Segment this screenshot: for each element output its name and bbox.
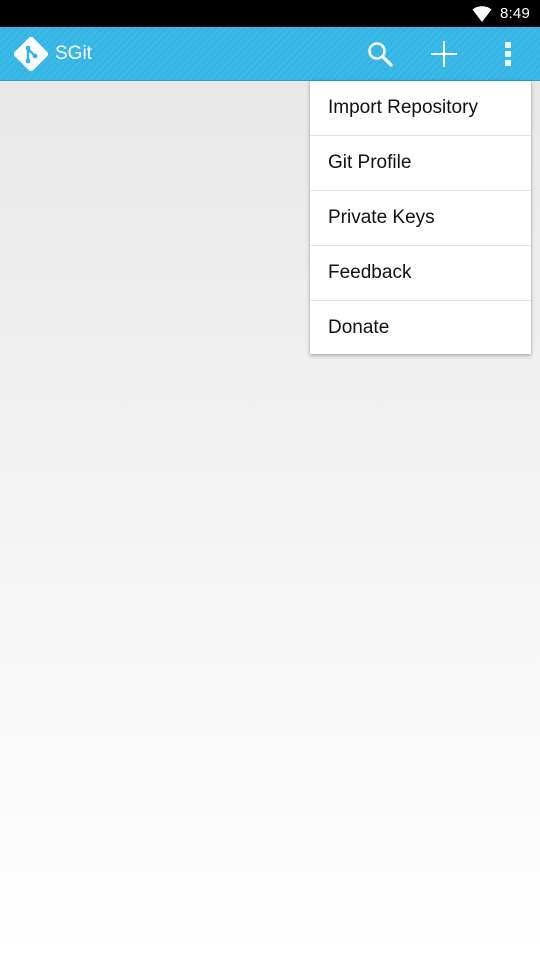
menu-item-import-repository[interactable]: Import Repository [310, 81, 531, 136]
wifi-icon [472, 5, 492, 22]
status-bar: 8:49 [0, 0, 540, 27]
menu-item-private-keys[interactable]: Private Keys [310, 191, 531, 246]
search-icon [368, 42, 393, 67]
add-button[interactable] [417, 27, 471, 81]
add-icon [431, 41, 457, 67]
app-title: SGit [55, 43, 92, 64]
overflow-menu: Import Repository Git Profile Private Ke… [310, 81, 531, 354]
menu-item-donate[interactable]: Donate [310, 301, 531, 354]
menu-item-git-profile[interactable]: Git Profile [310, 136, 531, 191]
status-time: 8:49 [500, 5, 530, 22]
overflow-menu-button[interactable] [481, 27, 535, 81]
app-bar: SGit [0, 27, 540, 81]
menu-item-feedback[interactable]: Feedback [310, 246, 531, 301]
overflow-menu-icon [505, 42, 511, 66]
git-logo-icon[interactable] [12, 35, 50, 73]
search-button[interactable] [353, 27, 407, 81]
